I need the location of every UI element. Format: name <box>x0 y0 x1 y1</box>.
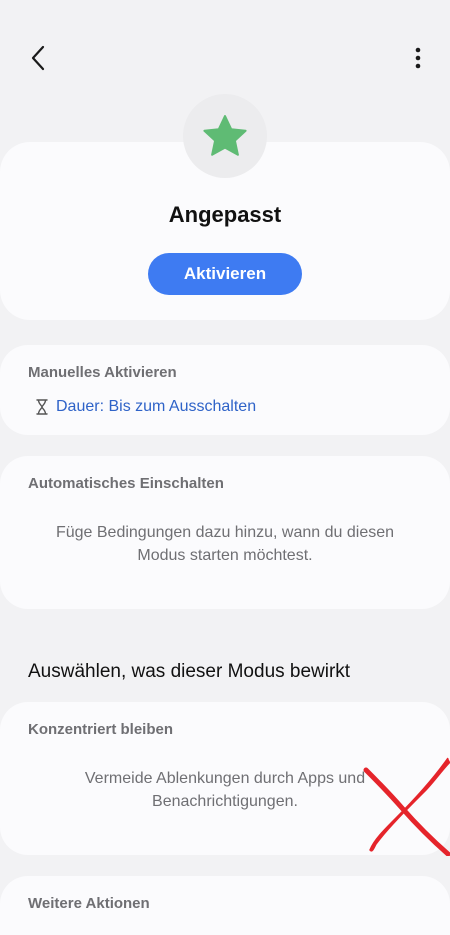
chevron-left-icon <box>31 45 45 71</box>
top-bar <box>0 36 450 80</box>
hourglass-icon <box>36 399 48 415</box>
back-button[interactable] <box>20 36 56 80</box>
star-icon <box>203 115 247 156</box>
red-cross-annotation <box>363 757 450 856</box>
duration-link[interactable]: Dauer: Bis zum Ausschalten <box>56 398 256 416</box>
focus-description: Vermeide Ablenkungen durch Apps und Bena… <box>84 770 366 810</box>
effects-section-heading: Auswählen, was dieser Modus bewirkt <box>28 661 351 682</box>
more-options-button[interactable] <box>404 36 432 80</box>
mode-icon-badge[interactable] <box>183 94 267 178</box>
mode-settings-screen: Angepasst Aktivieren Manuelles Aktiviere… <box>0 0 450 935</box>
manual-activation-card: Manuelles Aktivieren <box>0 345 450 435</box>
more-vertical-icon <box>415 47 421 69</box>
automatic-activation-description: Füge Bedingungen dazu hinzu, wann du die… <box>55 524 395 564</box>
automatic-activation-title: Automatisches Einschalten <box>28 475 224 492</box>
activate-button[interactable]: Aktivieren <box>148 253 302 295</box>
manual-activation-title: Manuelles Aktivieren <box>28 364 177 381</box>
more-actions-title: Weitere Aktionen <box>28 895 150 912</box>
duration-row[interactable]: Dauer: Bis zum Ausschalten <box>36 397 256 417</box>
focus-title: Konzentriert bleiben <box>28 721 174 738</box>
automatic-activation-card[interactable]: Automatisches Einschalten Füge Bedingung… <box>0 456 450 609</box>
mode-title: Angepasst <box>168 202 282 227</box>
more-actions-card[interactable]: Weitere Aktionen <box>0 876 450 935</box>
